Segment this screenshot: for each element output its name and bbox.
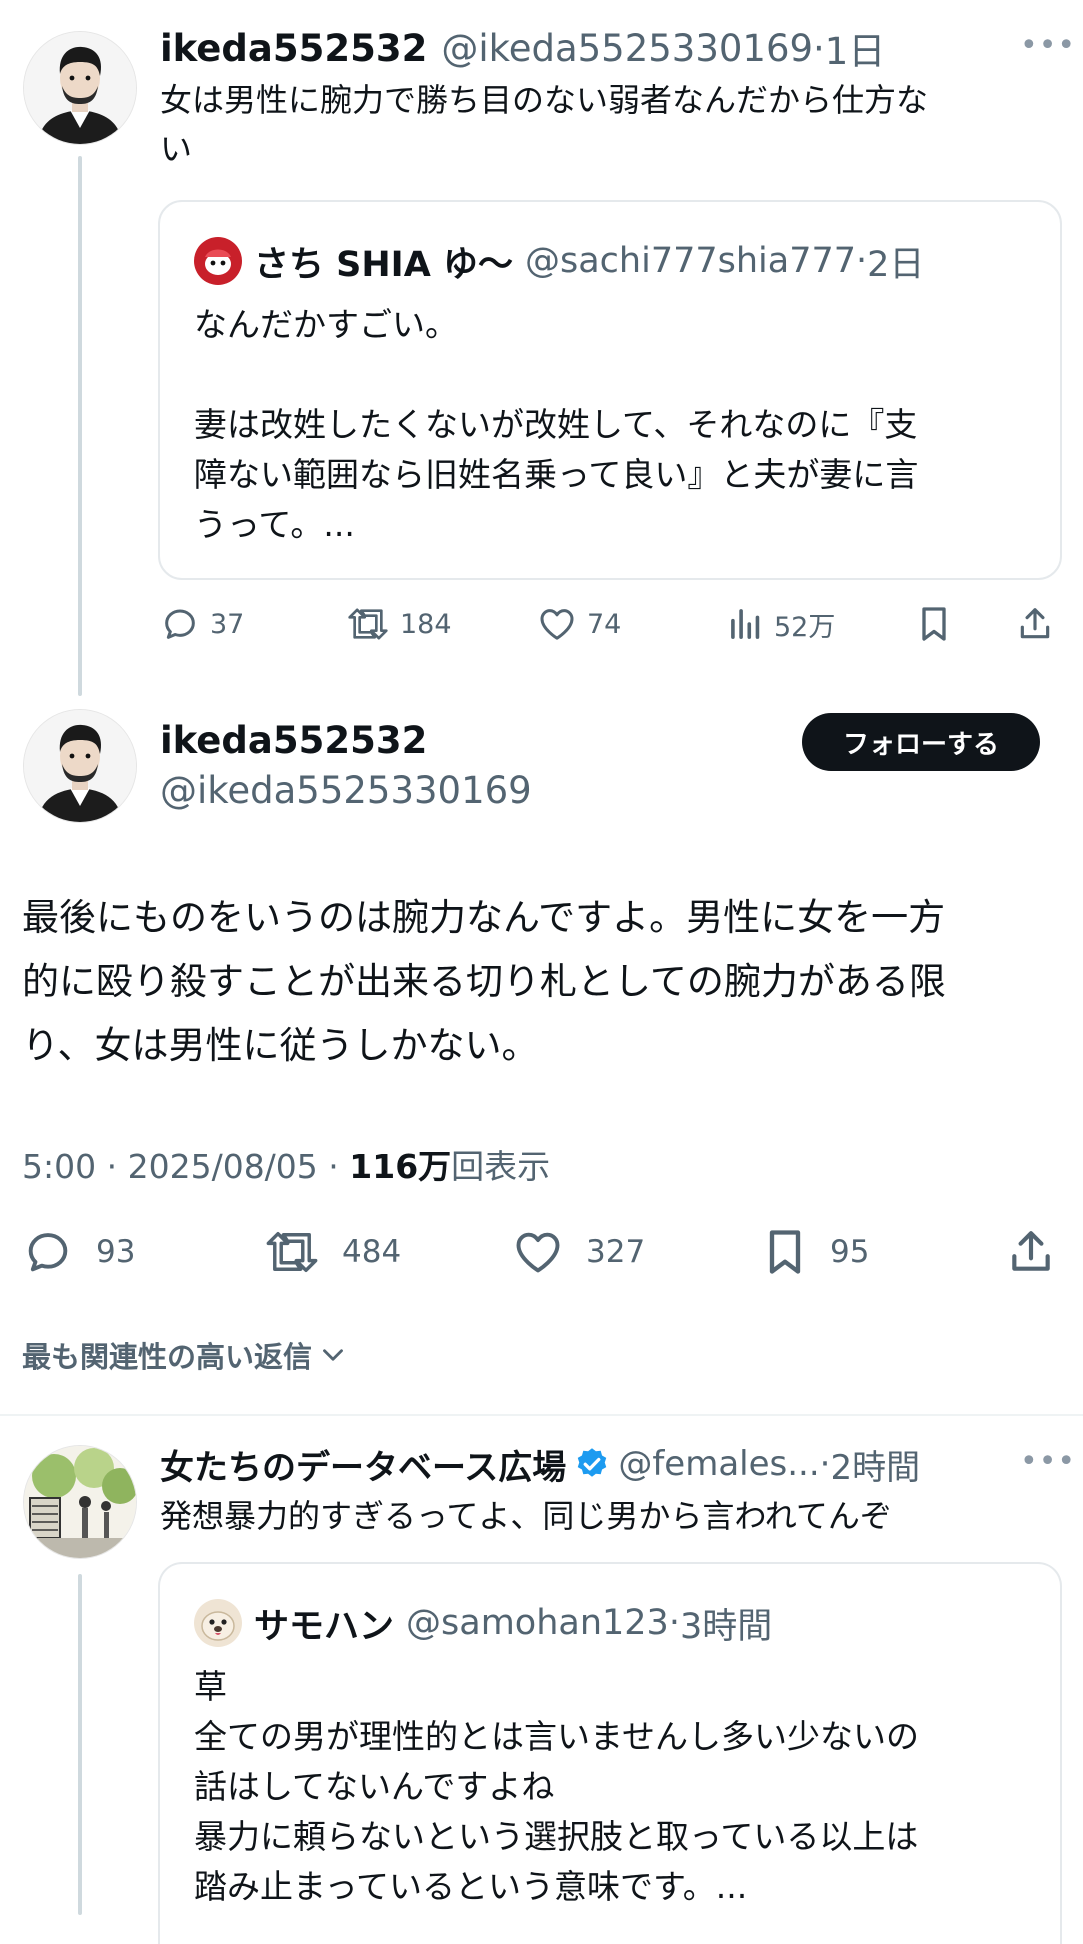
reply-button[interactable]: 93 — [22, 1226, 135, 1278]
views-chart-icon — [731, 609, 760, 639]
reply-sort-label: 最も関連性の高い返信 — [22, 1340, 313, 1374]
share-button[interactable] — [1016, 604, 1054, 644]
view-count: 116万 — [349, 1147, 452, 1186]
more-options-icon[interactable]: ••• — [1020, 1444, 1076, 1479]
post-meta: 5:00 · 2025/08/05 · 116万回表示 — [22, 1140, 550, 1188]
avatar[interactable] — [24, 1446, 136, 1558]
post-time[interactable]: 5:00 — [22, 1147, 96, 1186]
author-handle[interactable]: @ikeda5525330169 — [160, 766, 532, 816]
reply-count: 37 — [210, 608, 245, 640]
tweet-text: 発想暴力的すぎるってよ、同じ男から言われてんぞ — [160, 1497, 892, 1535]
bookmark-icon — [769, 1230, 801, 1274]
quoted-tweet-text: なんだかすごい。 妻は改姓したくないが改姓して、それなのに『支 障ない範囲なら旧… — [194, 305, 919, 544]
more-options-icon[interactable]: ••• — [1020, 28, 1076, 63]
thread-line — [78, 1574, 82, 1915]
chevron-down-icon — [323, 1349, 343, 1361]
reply-count: 93 — [96, 1234, 136, 1270]
like-count: 74 — [587, 608, 622, 640]
quoted-author-name: さち SHIA ゆ〜 — [254, 244, 513, 285]
heart-icon — [540, 609, 574, 640]
author-name[interactable]: ikeda552532 — [160, 27, 427, 70]
bookmark-button[interactable] — [916, 604, 952, 644]
time-separator: · — [668, 1603, 680, 1643]
reply-icon — [28, 1233, 68, 1272]
quoted-author-handle: @samohan123 — [406, 1603, 669, 1643]
author-handle[interactable]: @ikeda5525330169 — [441, 27, 813, 70]
share-icon — [1012, 1231, 1050, 1271]
follow-button[interactable]: フォローする — [802, 713, 1040, 771]
bookmark-count: 95 — [830, 1234, 870, 1270]
repost-button[interactable]: 184 — [346, 604, 452, 644]
repost-icon — [266, 1231, 318, 1273]
time-separator: · — [819, 1444, 831, 1484]
repost-button[interactable]: 484 — [264, 1226, 401, 1278]
views-button[interactable]: 52万 — [728, 604, 835, 644]
meta-separator: · — [106, 1147, 128, 1186]
quoted-author-name: サモハン — [254, 1606, 395, 1647]
quoted-tweet[interactable]: さち SHIA ゆ〜 @sachi777shia777 · 2日 なんだかすごい… — [158, 200, 1062, 580]
repost-icon — [348, 608, 388, 640]
divider — [0, 1414, 1083, 1416]
quoted-author-handle: @sachi777shia777 — [524, 241, 857, 281]
verified-badge-icon — [578, 1448, 607, 1477]
share-button[interactable] — [1006, 1226, 1056, 1278]
post-time[interactable]: 1日 — [825, 21, 886, 75]
author-handle[interactable]: @females... — [618, 1444, 819, 1484]
like-count: 327 — [586, 1234, 646, 1270]
man-portrait-icon — [24, 710, 136, 822]
repost-count: 184 — [400, 608, 452, 640]
bookmark-button[interactable]: 95 — [762, 1226, 869, 1278]
like-button[interactable]: 74 — [537, 604, 621, 644]
views-label: 回表示 — [451, 1147, 551, 1186]
post-date[interactable]: 2025/08/05 — [128, 1147, 318, 1186]
quoted-post-time: 3時間 — [679, 1606, 773, 1647]
bookmark-icon — [922, 607, 946, 641]
author-name[interactable]: 女たちのデータベース広場 — [160, 1440, 566, 1489]
repost-count: 484 — [342, 1234, 402, 1270]
thread-line — [78, 156, 82, 696]
time-separator: · — [856, 241, 868, 281]
quoted-post-time: 2日 — [867, 244, 925, 285]
time-separator: · — [813, 26, 825, 70]
like-button[interactable]: 327 — [512, 1226, 645, 1278]
avatar — [194, 1599, 242, 1647]
avatar[interactable] — [24, 710, 136, 822]
avatar[interactable] — [24, 32, 136, 144]
park-illustration-icon — [24, 1446, 136, 1558]
quoted-tweet[interactable]: サモハン @samohan123 · 3時間 草 全ての男が理性的とは言いません… — [158, 1562, 1062, 1944]
author-name[interactable]: ikeda552532 — [160, 716, 427, 766]
reply-button[interactable]: 37 — [160, 604, 244, 644]
man-portrait-icon — [24, 32, 136, 144]
meta-separator: · — [328, 1147, 350, 1186]
tweet-text: 最後にものをいうのは腕力なんですよ。男性に女を一方 的に殴り殺すことが出来る切り… — [22, 896, 946, 1067]
avatar — [194, 237, 242, 285]
post-time[interactable]: 2時間 — [830, 1440, 920, 1489]
reply-icon — [165, 609, 195, 639]
share-icon — [1020, 608, 1050, 639]
view-count: 52万 — [774, 611, 836, 643]
heart-icon — [516, 1232, 560, 1273]
reply-sort-dropdown[interactable]: 最も関連性の高い返信 — [22, 1334, 350, 1376]
tweet-text: 女は男性に腕力で勝ち目のない弱者なんだから仕方な い — [160, 81, 929, 168]
quoted-tweet-text: 草 全ての男が理性的とは言いませんし多い少ないの 話はしてないんですよね 暴力に… — [194, 1667, 920, 1906]
